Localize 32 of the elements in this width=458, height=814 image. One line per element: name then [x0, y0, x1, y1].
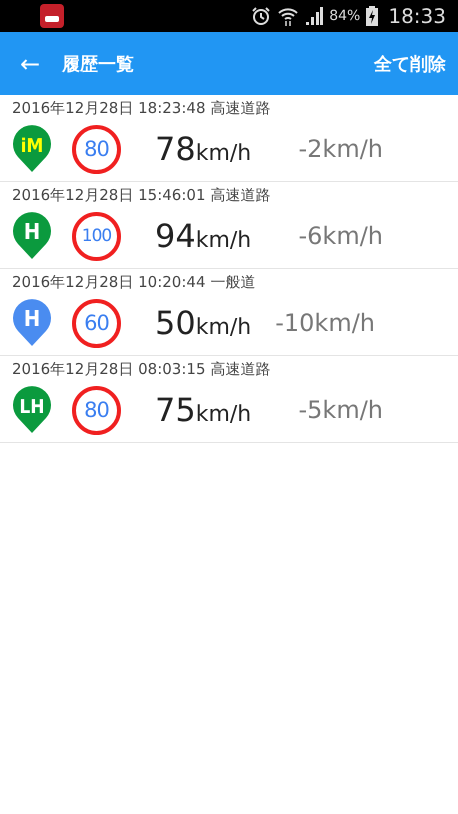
measured-speed: 94km/h — [155, 217, 252, 255]
record-datetime: 2016年12月28日 18:23:48 高速道路 — [12, 98, 272, 119]
speed-difference: -6km/h — [297, 222, 383, 250]
measured-speed: 50km/h — [155, 304, 252, 342]
marker-label: H — [24, 220, 40, 245]
speed-difference: -5km/h — [297, 396, 383, 424]
marker-label: H — [24, 307, 40, 332]
speed-difference: -2km/h — [297, 135, 383, 163]
speed-limit-sign: 80 — [72, 124, 121, 174]
speed-limit-sign: 60 — [72, 298, 121, 348]
history-row[interactable]: 2016年12月28日 08:03:15 高速道路 LH 80 75 km/h -5km/h — [0, 356, 458, 443]
history-row[interactable]: 2016年12月28日 10:20:44 一般道 H 60 50km/h -10km/h — [0, 269, 458, 356]
battery-charging-icon — [366, 6, 378, 26]
record-datetime: 2016年12月28日 15:46:01 高速道路 — [12, 185, 272, 206]
history-row[interactable]: 2016年12月28日 15:46:01 高速道路 H 100 94km/h -6km/h — [0, 182, 458, 269]
speed-limit-sign: 100 — [72, 212, 121, 260]
history-row[interactable]: 2016年12月28日 18:23:48 高速道路 iM 80 78km/h -2km/h — [0, 95, 458, 182]
speed-difference: -10km/h — [275, 309, 375, 337]
battery-percent: 84% — [329, 8, 360, 24]
speed-limit-sign: 80 — [72, 386, 121, 434]
screen-title: 履歴一覧 — [62, 52, 136, 76]
measured-speed: 78km/h — [155, 130, 252, 168]
signal-icon — [305, 7, 324, 25]
marker-label: iM — [20, 135, 44, 157]
app-icon — [40, 4, 64, 28]
measured-speed: 75 km/h — [155, 391, 252, 429]
wifi-icon — [277, 6, 300, 26]
marker-label: LH — [19, 396, 45, 418]
record-datetime: 2016年12月28日 08:03:15 高速道路 — [12, 359, 272, 380]
clock-time: 18:33 — [388, 4, 446, 28]
alarm-icon — [251, 6, 272, 26]
record-datetime: 2016年12月28日 10:20:44 一般道 — [12, 272, 256, 293]
